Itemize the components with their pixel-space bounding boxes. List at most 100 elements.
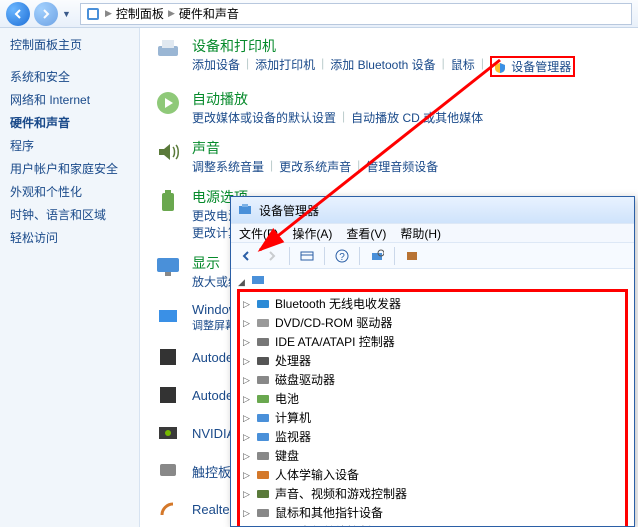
sidebar-item[interactable]: 网络和 Internet <box>10 88 129 111</box>
tree-item[interactable]: ▷ 人体学输入设备 <box>242 465 623 484</box>
expand-icon[interactable]: ▷ <box>242 356 251 365</box>
expand-icon[interactable]: ▷ <box>242 508 251 517</box>
window-titlebar[interactable]: 设备管理器 <box>231 197 634 223</box>
tree-item-label: 键盘 <box>275 447 299 464</box>
menu-view[interactable]: 查看(V) <box>346 225 386 242</box>
sidebar-item[interactable]: 时钟、语言和区域 <box>10 203 129 226</box>
tree-item[interactable]: ▷磁盘驱动器 <box>242 370 623 389</box>
tree-item[interactable]: ▷通用串行总线控制器 <box>242 522 623 526</box>
power-icon <box>154 187 182 215</box>
device-icon <box>255 449 271 463</box>
home-icon <box>85 6 101 22</box>
nvidia-icon <box>154 419 182 447</box>
tree-item[interactable]: ▷ 处理器 <box>242 351 623 370</box>
section-link[interactable]: 添加打印机 <box>255 56 315 77</box>
forward-button[interactable] <box>34 2 58 26</box>
tree-body[interactable]: ◢ ▷ Bluetooth 无线电收发器 ▷ DVD/CD-ROM 驱动器▷IDE A… <box>231 269 634 526</box>
tree-root-item[interactable]: ◢ <box>237 273 628 289</box>
tree-item[interactable]: ▷ Bluetooth 无线电收发器 <box>242 294 623 313</box>
help-button[interactable]: ? <box>331 246 353 266</box>
menu-file[interactable]: 文件(F) <box>239 225 278 242</box>
realtek-icon <box>154 495 182 523</box>
sidebar-item[interactable]: 系统和安全 <box>10 65 129 88</box>
device-icon <box>255 392 271 406</box>
back-button[interactable] <box>6 2 30 26</box>
expand-icon[interactable]: ▷ <box>242 451 251 460</box>
section-link[interactable]: 更改媒体或设备的默认设置 <box>192 109 336 126</box>
menu-help[interactable]: 帮助(H) <box>400 225 441 242</box>
menubar: 文件(F) 操作(A) 查看(V) 帮助(H) <box>231 223 634 243</box>
sidebar-item[interactable]: 用户帐户和家庭安全 <box>10 157 129 180</box>
forward-button[interactable] <box>261 246 283 266</box>
tree-item-label: 人体学输入设备 <box>275 466 359 483</box>
tree-item[interactable]: ▷ 监视器 <box>242 427 623 446</box>
computer-icon <box>250 274 266 288</box>
scan-button[interactable] <box>366 246 388 266</box>
sidebar-item[interactable]: 外观和个性化 <box>10 180 129 203</box>
tree-item[interactable]: ▷电池 <box>242 389 623 408</box>
tree-item[interactable]: ▷ 键盘 <box>242 446 623 465</box>
tree-item[interactable]: ▷ DVD/CD-ROM 驱动器 <box>242 313 623 332</box>
printer-icon <box>154 36 182 64</box>
sidebar-heading: 控制面板主页 <box>10 36 129 53</box>
tree-item[interactable]: ▷鼠标和其他指针设备 <box>242 503 623 522</box>
device-icon <box>255 373 271 387</box>
toolbar: ? <box>231 243 634 269</box>
expand-icon[interactable]: ▷ <box>242 489 251 498</box>
expand-icon[interactable]: ▷ <box>242 432 251 441</box>
breadcrumb-item[interactable]: 控制面板 <box>116 5 164 22</box>
tree-item-label: 计算机 <box>275 409 311 426</box>
section-link[interactable]: 管理音频设备 <box>366 158 438 175</box>
section-title[interactable]: 声音 <box>192 138 438 158</box>
refresh-button[interactable] <box>401 246 423 266</box>
device-icon <box>255 335 271 349</box>
tree-item-label: DVD/CD-ROM 驱动器 <box>275 314 392 331</box>
section-link[interactable]: 鼠标 <box>451 56 475 77</box>
mini-title[interactable]: NVIDIA <box>192 426 235 441</box>
tree-item-label: 处理器 <box>275 352 311 369</box>
tree-item[interactable]: ▷ 声音、视频和游戏控制器 <box>242 484 623 503</box>
mini-title[interactable]: 触控板 <box>192 462 231 481</box>
autodesk-icon <box>154 381 182 409</box>
section-title[interactable]: 自动播放 <box>192 89 483 109</box>
section-link[interactable]: 添加设备 <box>192 56 240 77</box>
tree-item[interactable]: ▷IDE ATA/ATAPI 控制器 <box>242 332 623 351</box>
view-button[interactable] <box>296 246 318 266</box>
window-title: 设备管理器 <box>259 202 319 219</box>
breadcrumb[interactable]: ▶ 控制面板 ▶ 硬件和声音 <box>80 3 632 25</box>
section-title[interactable]: 设备和打印机 <box>192 36 575 56</box>
expand-icon[interactable]: ▷ <box>242 299 251 308</box>
chevron-right-icon: ▶ <box>168 8 175 19</box>
windows-icon <box>154 304 182 332</box>
section-link[interactable]: 更改系统声音 <box>279 158 351 175</box>
sidebar-item-current[interactable]: 硬件和声音 <box>10 111 129 134</box>
tree-item[interactable]: ▷ 计算机 <box>242 408 623 427</box>
device-manager-link[interactable]: 设备管理器 <box>511 60 571 74</box>
expand-icon[interactable]: ▷ <box>242 394 251 403</box>
section-link[interactable]: 添加 Bluetooth 设备 <box>330 56 435 77</box>
sidebar-item[interactable]: 轻松访问 <box>10 226 129 249</box>
menu-action[interactable]: 操作(A) <box>292 225 332 242</box>
mini-title[interactable]: Autode <box>192 350 233 365</box>
device-manager-window[interactable]: 设备管理器 文件(F) 操作(A) 查看(V) 帮助(H) ? ◢ ▷ Bluet… <box>230 196 635 527</box>
display-icon <box>154 253 182 281</box>
history-dropdown[interactable]: ▼ <box>62 9 76 19</box>
tree-item-label: 监视器 <box>275 428 311 445</box>
collapse-icon[interactable]: ◢ <box>237 277 246 286</box>
device-icon <box>255 506 271 520</box>
section-link[interactable]: 调整系统音量 <box>192 158 264 175</box>
expand-icon[interactable]: ▷ <box>242 375 251 384</box>
breadcrumb-item[interactable]: 硬件和声音 <box>179 5 239 22</box>
expand-icon[interactable]: ▷ <box>242 337 251 346</box>
sidebar-item[interactable]: 程序 <box>10 134 129 157</box>
expand-icon[interactable]: ▷ <box>242 470 251 479</box>
device-icon <box>255 525 271 527</box>
mini-title[interactable]: Autode <box>192 388 233 403</box>
expand-icon[interactable]: ▷ <box>242 413 251 422</box>
back-button[interactable] <box>235 246 257 266</box>
tree-item-label: Bluetooth 无线电收发器 <box>275 295 401 312</box>
section-link[interactable]: 自动播放 CD 或其他媒体 <box>351 109 483 126</box>
sidebar: 控制面板主页 系统和安全 网络和 Internet 硬件和声音 程序 用户帐户和… <box>0 28 140 527</box>
expand-icon[interactable]: ▷ <box>242 318 251 327</box>
tree-item-label: 声音、视频和游戏控制器 <box>275 485 407 502</box>
